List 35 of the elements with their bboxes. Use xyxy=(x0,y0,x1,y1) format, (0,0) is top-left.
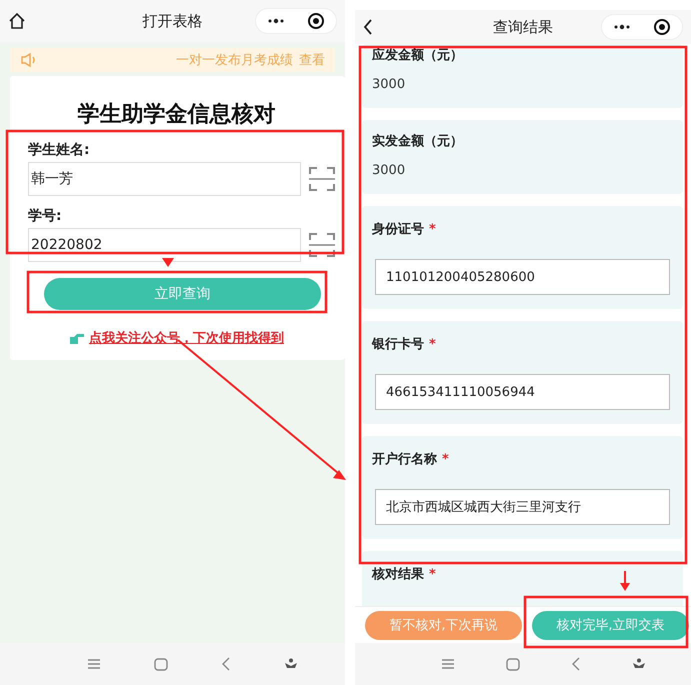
notice-text: 一对一发布月考成绩 xyxy=(176,52,293,69)
more-icon[interactable] xyxy=(267,18,285,24)
input-field[interactable]: 110101200405280600 xyxy=(375,259,670,295)
follow-link[interactable]: 点我关注公众号，下次使用找得到 xyxy=(89,330,284,347)
card-value: 3000 xyxy=(372,163,406,179)
card-label: 银行卡号 xyxy=(372,337,424,353)
required-mark: * xyxy=(442,452,449,468)
annotation-arrow xyxy=(162,258,174,267)
required-mark: * xyxy=(429,222,436,238)
scan-icon[interactable] xyxy=(309,232,335,258)
card-value: 3000 xyxy=(372,77,406,93)
card-label: 实发金额（元） xyxy=(372,134,463,150)
annotation-arrow xyxy=(620,571,630,591)
page-title: 打开表格 xyxy=(142,12,202,30)
field-label: 学号: xyxy=(28,208,63,225)
back-icon[interactable] xyxy=(363,19,373,35)
card-label: 开户行名称 xyxy=(372,452,437,468)
card-label: 应发金额（元） xyxy=(372,48,463,64)
required-mark: * xyxy=(429,337,436,353)
person-icon[interactable] xyxy=(284,658,298,670)
scan-icon[interactable] xyxy=(309,166,335,192)
card-label: 身份证号 xyxy=(372,222,424,238)
input-field[interactable]: 466153411110056944 xyxy=(375,374,670,410)
menu-icon[interactable] xyxy=(86,658,101,670)
input-field[interactable]: 韩一芳 xyxy=(28,162,301,196)
required-mark: * xyxy=(429,567,436,583)
input-field[interactable]: 北京市西城区城西大街三里河支行 xyxy=(375,489,670,525)
card-label: 核对结果 xyxy=(372,567,424,583)
form-title: 学生助学金信息核对 xyxy=(76,102,276,128)
field-label: 学生姓名: xyxy=(28,142,91,159)
more-icon[interactable] xyxy=(613,24,631,30)
input-field[interactable]: 20220802 xyxy=(28,228,301,262)
page-title: 查询结果 xyxy=(493,18,553,36)
person-icon[interactable] xyxy=(632,658,646,670)
menu-icon[interactable] xyxy=(440,658,454,670)
